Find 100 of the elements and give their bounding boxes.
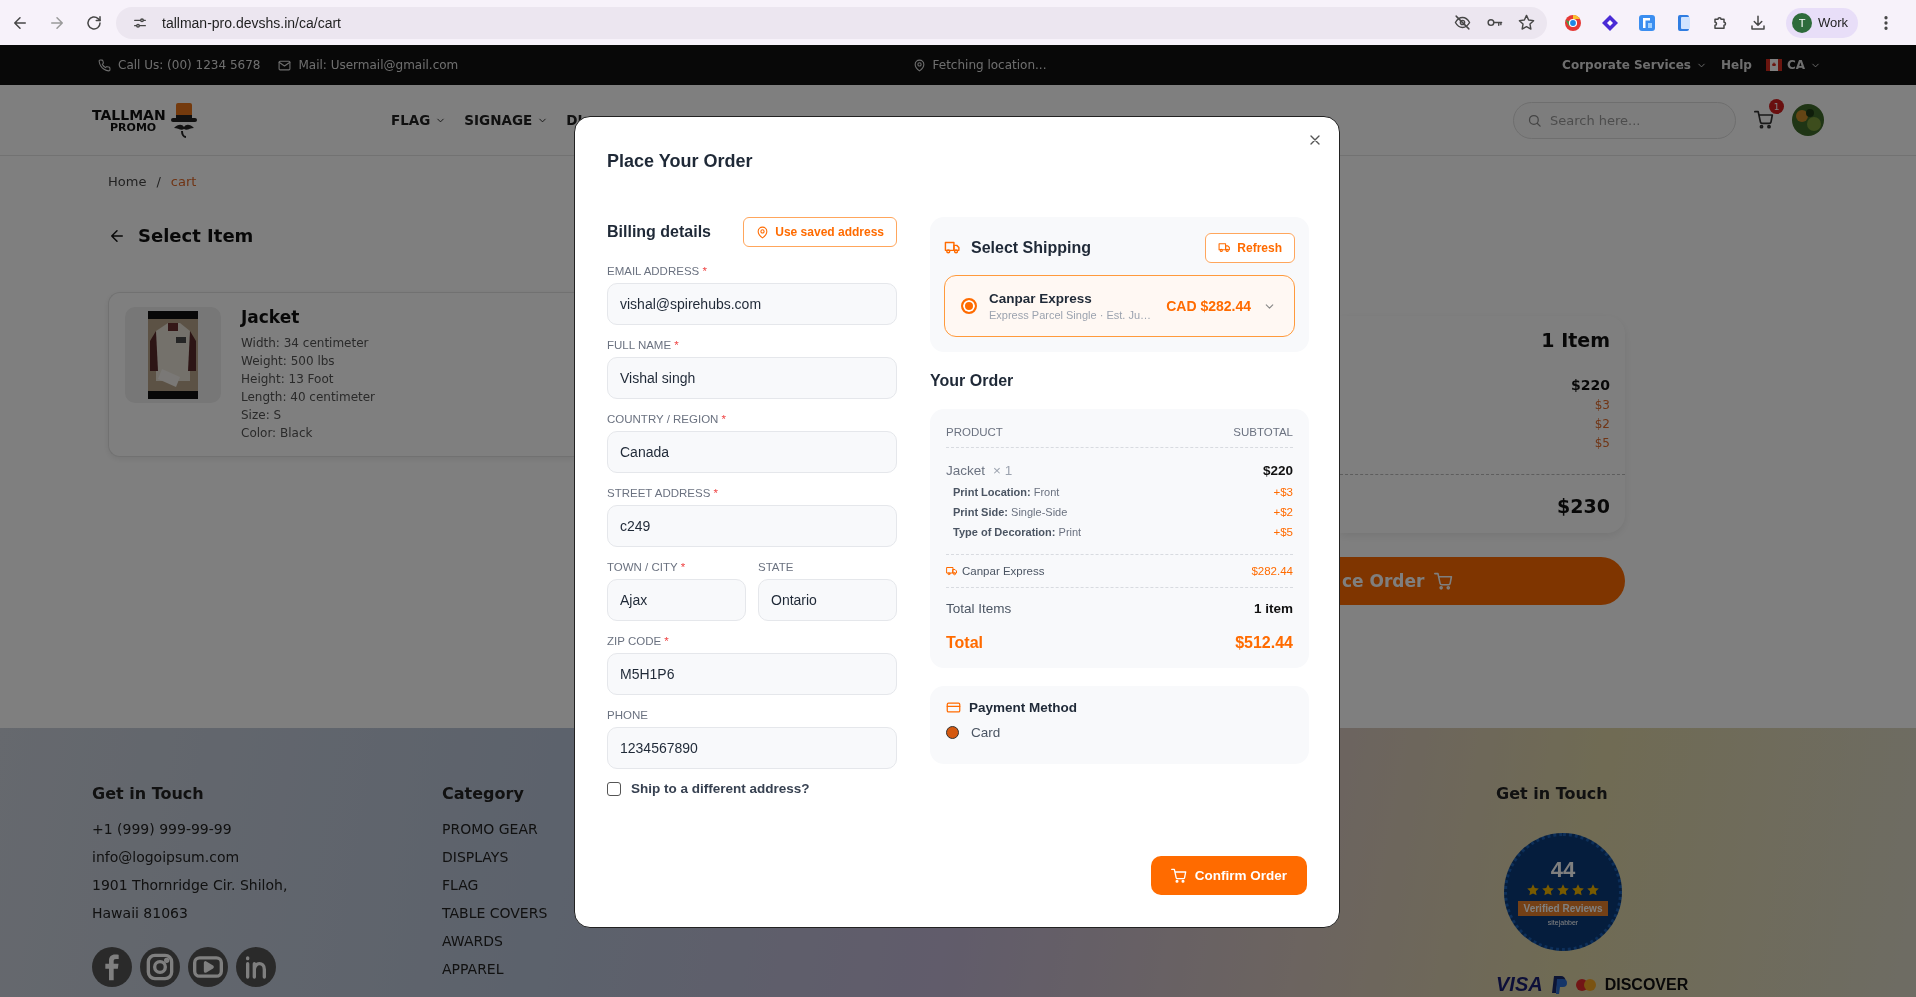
nav-link[interactable]: SIGNAGE [464, 112, 549, 128]
extension-icon[interactable] [1564, 13, 1582, 32]
video-play-icon[interactable] [188, 947, 228, 987]
credit-card-icon [946, 700, 961, 715]
item-detail: Weight: 500 lbs [241, 353, 336, 370]
truck-icon [946, 565, 958, 577]
eye-slash-icon[interactable] [1454, 14, 1471, 31]
instagram-icon[interactable] [140, 947, 180, 987]
footer-link[interactable]: TABLE COVERS [442, 899, 548, 927]
cart-count-badge: 1 [1769, 99, 1784, 114]
extra-price: $2 [1594, 417, 1610, 431]
footer-link[interactable]: DISPLAYS [442, 843, 509, 871]
top-link[interactable]: Corporate Services [1562, 58, 1707, 72]
field-label: TOWN / CITY * [607, 560, 687, 575]
carrier-detail: Express Parcel Single · Est. Ju… [989, 309, 1152, 321]
refresh-button[interactable]: Refresh [1205, 232, 1295, 263]
product-name: Jacket [946, 462, 986, 478]
extra-price: $5 [1594, 436, 1610, 450]
total-price: $230 [1557, 495, 1610, 517]
breadcrumb-link[interactable]: cart [170, 174, 197, 189]
footer-heading: Category [442, 784, 524, 803]
url-text: tallman-pro.devshs.in/ca/cart [162, 14, 342, 31]
footer-link[interactable]: AWARDS [442, 927, 503, 955]
phone-text: Call Us: (00) 1234 5678 [118, 58, 261, 72]
text-field[interactable]: Vishal singh [607, 357, 897, 399]
option-price: +$2 [1273, 506, 1293, 518]
footer-link[interactable]: PROMO GEAR [442, 815, 538, 843]
checkbox[interactable] [607, 781, 621, 796]
country-selector[interactable]: CA [1765, 58, 1821, 72]
breadcrumb-link[interactable]: Home [108, 174, 147, 189]
field-label: EMAIL ADDRESS * [607, 264, 708, 279]
logo-text: PROMO [110, 121, 158, 133]
total-items-label: Total Items [946, 600, 1012, 616]
option-text: Print Side: Single-Side [953, 506, 1068, 518]
confirm-order-button[interactable]: Confirm Order [1150, 856, 1307, 895]
card-logo-text: DISCOVER [1604, 975, 1689, 994]
shipping-option[interactable]: Canpar Express Express Parcel Single · Est. Ju… CAD $282.44 [944, 275, 1295, 337]
column-header: SUBTOTAL [1233, 426, 1293, 438]
address-bar[interactable]: tallman-pro.devshs.in/ca/cart [116, 6, 1547, 39]
text-field[interactable]: Ontario [758, 579, 897, 621]
mastercard-icon [1574, 977, 1597, 992]
mail-text: Mail: Usermail@gmail.com [298, 58, 459, 72]
avatar-icon[interactable] [1792, 104, 1824, 136]
truck-icon [944, 239, 961, 256]
extension-icon[interactable] [1601, 13, 1619, 32]
text-field[interactable]: 1234567890 [607, 727, 897, 769]
radio-button[interactable] [961, 298, 977, 314]
place-order-button[interactable]: ce Order [1340, 557, 1625, 605]
top-link[interactable]: Help [1721, 58, 1752, 72]
search-icon [1527, 112, 1542, 128]
text-field[interactable]: Canada [607, 431, 897, 473]
item-detail: Size: S [241, 407, 283, 424]
text-field[interactable]: c249 [607, 505, 897, 547]
field-label: ZIP CODE * [607, 634, 670, 649]
total-value: $512.44 [1235, 634, 1293, 652]
reload-icon[interactable] [85, 13, 103, 32]
option-text: Print Location: Front [953, 486, 1060, 498]
footer-heading: Get in Touch [92, 784, 204, 803]
section-title: Payment Method [969, 700, 1077, 715]
checkbox-label: Ship to a different address? [631, 781, 810, 796]
item-detail: Width: 34 centimeter [241, 335, 370, 352]
use-saved-address-button[interactable]: Use saved address [743, 217, 897, 247]
location-text: Fetching location... [932, 58, 1047, 72]
payment-option-label: Card [971, 725, 1001, 740]
text-field[interactable]: vishal@spirehubs.com [607, 283, 897, 325]
extension-icon[interactable] [1675, 13, 1693, 32]
location-pin-icon [756, 225, 770, 239]
footer-heading: Get in Touch [1496, 784, 1608, 803]
column-header: PRODUCT [946, 426, 1003, 438]
option-price: +$5 [1273, 526, 1293, 538]
contact-text: +1 (999) 999-99-99 [92, 820, 233, 839]
field-label: FULL NAME * [607, 338, 680, 353]
section-title: Your Order [930, 371, 1015, 391]
bookmark-star-icon[interactable] [1518, 14, 1535, 31]
card-logo-text: VISA [1496, 973, 1543, 996]
profile-avatar: T [1792, 12, 1812, 33]
contact-text: 1901 Thornridge Cir. Shiloh, Hawaii 81063 [92, 876, 289, 923]
carrier-name: Canpar Express [989, 291, 1093, 306]
radio-button[interactable] [946, 726, 959, 739]
product-price: $220 [1262, 462, 1293, 478]
item-detail: Height: 13 Foot [241, 371, 335, 388]
text-field[interactable]: Ajax [607, 579, 746, 621]
cart-icon[interactable] [1754, 110, 1774, 130]
item-detail: Length: 40 centimeter [241, 389, 376, 406]
text-field[interactable]: M5H1P6 [607, 653, 897, 695]
field-label: STREET ADDRESS * [607, 486, 719, 501]
footer-link[interactable]: FLAG [442, 871, 479, 899]
review-count: 44 [1550, 858, 1576, 881]
cart-icon [1170, 867, 1187, 884]
nav-link[interactable]: FLAG [391, 112, 447, 128]
section-title: Billing details [607, 223, 711, 241]
phone-icon [98, 58, 111, 72]
footer-link[interactable]: APPAREL [442, 955, 504, 983]
profile-button[interactable]: T Work [1786, 7, 1859, 38]
download-icon[interactable] [1749, 13, 1767, 32]
linkedin-icon[interactable] [236, 947, 276, 987]
facebook-icon[interactable] [92, 947, 132, 987]
location-pin-icon [912, 58, 926, 72]
price-text: $220 [1571, 377, 1610, 393]
paypal-icon [1550, 974, 1567, 995]
